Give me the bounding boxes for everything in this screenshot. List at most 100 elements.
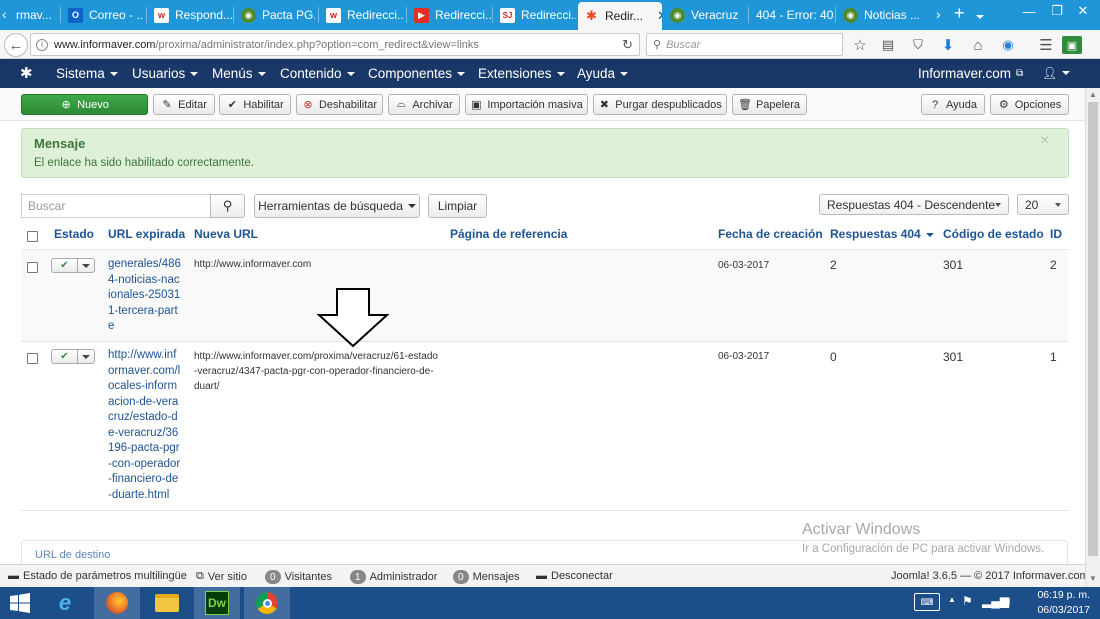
network-icon[interactable]: ▂▄▆ [982,594,1009,608]
tab-list-icon[interactable] [976,8,984,22]
keyboard-icon[interactable]: ⌨ [914,593,940,611]
search-button[interactable]: ⚲ [210,194,245,218]
help-button[interactable]: ? Ayuda [921,94,985,115]
col-new-url-header[interactable]: Nueva URL [194,227,258,241]
tab-10[interactable]: 404 - Error: 404 [750,0,834,30]
view-site-link[interactable]: ⧉ Ver sitio [196,570,247,583]
tab-9[interactable]: ◉ Veracruz [664,0,746,30]
multilang-status[interactable]: ▬ Estado de parámetros multilingüe [8,570,187,582]
trash-button[interactable]: 🗑︎ Papelera [732,94,807,115]
row-checkbox[interactable] [27,262,38,273]
firefox-icon[interactable] [94,587,140,619]
clear-button[interactable]: Limpiar [428,194,487,218]
site-link[interactable]: Informaver.com ⧉ [918,66,1023,81]
url-host: www.informaver.com [54,38,156,51]
menu-usuarios[interactable]: Usuarios [132,66,199,81]
tab-3[interactable]: w Respond... [148,0,232,30]
menu-ayuda[interactable]: Ayuda [577,66,629,81]
visitors-status[interactable]: 0 Visitantes [265,570,332,584]
dreamweaver-icon[interactable]: Dw [194,587,240,619]
flag-icon[interactable]: ⚑ [962,594,973,608]
enable-button[interactable]: ✔ Habilitar [219,94,291,115]
archive-button[interactable]: ⌓ Archivar [388,94,460,115]
published-check-icon[interactable]: ✔ [52,350,78,363]
tab-5[interactable]: w Redirecci... [320,0,404,30]
volume-icon[interactable]: 🔈︎ [1006,594,1013,609]
url-bar[interactable]: i www.informaver.com/proxima/administrat… [30,33,640,56]
tab-2[interactable]: O Correo - ... [62,0,144,30]
expired-url-link[interactable]: http://www.informaver.com/locales-inform… [108,348,182,503]
edit-button[interactable]: ✎ Editar [153,94,215,115]
ie-icon[interactable]: e [42,587,88,619]
clock-date[interactable]: 06/03/2017 [1030,604,1090,616]
scroll-down-icon[interactable]: ▼ [1089,574,1097,583]
col-created-header[interactable]: Fecha de creación [718,227,823,241]
menu-sistema[interactable]: Sistema [56,66,118,81]
scroll-up-icon[interactable]: ▲ [1089,90,1097,99]
select-all-checkbox[interactable] [27,231,38,242]
purge-button[interactable]: ✖ Purgar despublicados [593,94,727,115]
home-icon[interactable]: ⌂ [966,33,990,57]
joomla-logo-icon[interactable]: ✱ [20,64,33,82]
sync-account-icon[interactable]: ◉ [996,33,1020,57]
disable-button[interactable]: ⊗ Deshabilitar [296,94,383,115]
reload-icon[interactable]: ↻ [622,37,633,53]
back-button[interactable]: ← [4,33,28,57]
options-button[interactable]: ⚙ Opciones [990,94,1069,115]
new-button[interactable]: ⊕ Nuevo [21,94,148,115]
sort-select[interactable]: Respuestas 404 - Descendente [819,194,1009,215]
tab-11[interactable]: ◉ Noticias ... [837,0,925,30]
clock-time[interactable]: 06:19 p. m. [1034,589,1090,601]
messages-status[interactable]: 0 Mensajes [453,570,520,584]
tab-1[interactable]: rmav... [10,0,60,30]
search-input[interactable]: Buscar [21,194,211,218]
expired-url-link[interactable]: generales/4864-noticias-nacionales-25031… [108,257,182,335]
menu-contenido[interactable]: Contenido [280,66,355,81]
col-status-code-header[interactable]: Código de estado [943,227,1044,241]
message-close-icon[interactable]: × [1040,132,1049,150]
tab-label: 404 - Error: 404 [756,8,834,22]
reading-list-icon[interactable]: ▤ [876,33,900,57]
menu-hamburger-icon[interactable]: ☰ [1034,33,1058,57]
tab-4[interactable]: ◉ Pacta PG... [235,0,315,30]
tab-close-icon[interactable]: ✕ [657,8,662,24]
col-expired-url-header[interactable]: URL expirada [108,227,185,241]
tab-7[interactable]: SJ Redirecci... [494,0,576,30]
row-checkbox[interactable] [27,353,38,364]
logout-link[interactable]: ▬ Desconectar [536,570,613,582]
status-toggle[interactable]: ✔ [51,349,95,364]
browser-search-input[interactable]: ⚲ Buscar [646,33,843,56]
pocket-icon[interactable]: ⛉ [906,33,930,57]
download-icon[interactable]: ⬇ [936,33,960,57]
new-tab-icon[interactable]: + [954,3,965,24]
menu-menus[interactable]: Menús [212,66,266,81]
start-button[interactable] [0,587,40,619]
file-explorer-icon[interactable] [144,587,190,619]
admin-status[interactable]: 1 Administrador [350,570,437,584]
chrome-icon[interactable] [244,587,290,619]
col-hits-header[interactable]: Respuestas 404 [830,227,935,241]
menu-componentes[interactable]: Componentes [368,66,466,81]
tab-6[interactable]: ▶ Redirecci... [408,0,492,30]
extension-icon[interactable]: ▣ [1062,36,1082,54]
status-dropdown-icon[interactable] [78,259,94,272]
search-tools-button[interactable]: Herramientas de búsqueda [254,194,420,218]
tab-scroll-left-icon[interactable]: ‹ [2,6,7,22]
status-toggle[interactable]: ✔ [51,258,95,273]
status-dropdown-icon[interactable] [78,350,94,363]
published-check-icon[interactable]: ✔ [52,259,78,272]
col-status-header[interactable]: Estado [54,227,94,241]
limit-select[interactable]: 20 [1017,194,1069,215]
bulk-import-button[interactable]: ▣ Importación masiva [465,94,588,115]
menu-extensiones[interactable]: Extensiones [478,66,565,81]
tray-expand-icon[interactable]: ▲ [948,595,956,604]
user-menu[interactable]: 👤︎ [1042,66,1071,80]
vertical-scrollbar[interactable]: ▲ ▼ [1085,88,1100,587]
tab-active[interactable]: ✱ Redir... ✕ [578,2,662,30]
close-window-icon[interactable]: ✕ [1066,0,1100,22]
bookmark-star-icon[interactable]: ☆ [848,33,872,57]
scroll-thumb[interactable] [1088,102,1098,556]
col-referrer-header[interactable]: Página de referencia [450,227,567,241]
col-id-header[interactable]: ID [1050,227,1062,241]
tab-scroll-right-icon[interactable]: › [936,6,941,22]
